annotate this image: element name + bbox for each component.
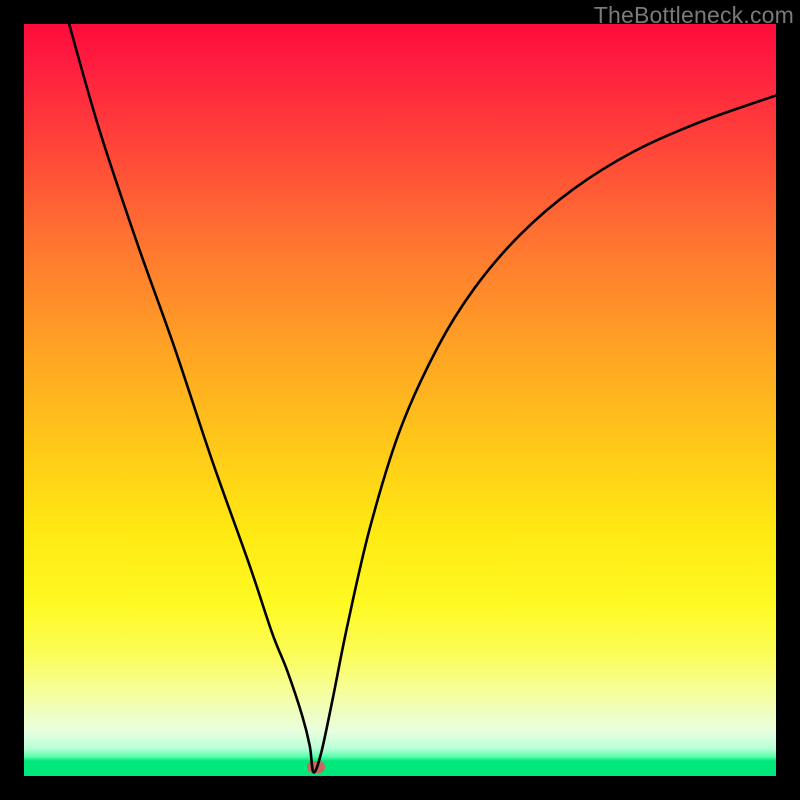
chart-marker-optimum [307, 761, 325, 773]
chart-curve-path [69, 24, 776, 772]
chart-curve [24, 24, 776, 776]
chart-plot-area [24, 24, 776, 776]
